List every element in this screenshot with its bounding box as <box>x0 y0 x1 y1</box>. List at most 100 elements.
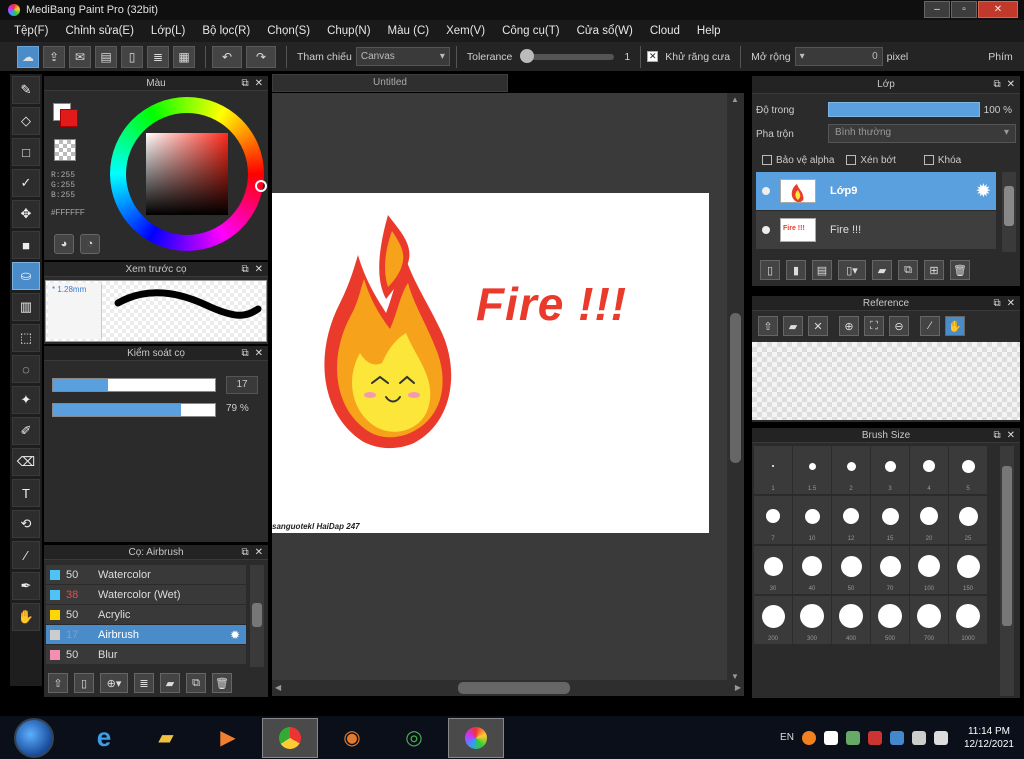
layer-item[interactable]: Fire !!! Fire !!! <box>756 211 996 249</box>
hand-tool-icon[interactable]: ✋ <box>12 603 40 631</box>
brush-size-preset[interactable]: 10 <box>793 496 831 544</box>
undo-icon[interactable]: ↶ <box>212 45 242 68</box>
brush-tool-icon[interactable]: ✎ <box>12 76 40 104</box>
brush-size-slider[interactable] <box>52 378 216 392</box>
scroll-up-icon[interactable]: ▲ <box>731 95 739 104</box>
scroll-thumb[interactable] <box>730 313 741 463</box>
brush-size-preset[interactable]: 70 <box>871 546 909 594</box>
add-brush-icon[interactable]: ⊕▾ <box>100 673 128 693</box>
redo-icon[interactable]: ↷ <box>246 45 276 68</box>
document-tab[interactable]: Untitled <box>272 74 508 92</box>
brush-size-value[interactable]: 17 <box>226 376 258 394</box>
pen-tool-icon[interactable]: ✒ <box>12 572 40 600</box>
brush-size-preset[interactable]: 4 <box>910 446 948 494</box>
merge-layer-icon[interactable]: ⊞ <box>924 260 944 280</box>
brush-item-watercolor[interactable]: 50 Watercolor <box>46 565 246 585</box>
speaker-icon[interactable] <box>933 730 948 745</box>
clipping-checkbox[interactable]: Xén bớt <box>846 155 896 166</box>
gear-icon[interactable]: ✹ <box>977 181 990 201</box>
open-folder-icon[interactable]: ▰ <box>783 316 803 336</box>
text-tool-icon[interactable]: T <box>12 479 40 507</box>
maximize-button[interactable]: ▫ <box>951 1 977 18</box>
brush-size-preset[interactable]: 2 <box>832 446 870 494</box>
marquee-tool-icon[interactable]: ⬚ <box>12 324 40 352</box>
scroll-thumb[interactable] <box>252 603 262 627</box>
menu-edit[interactable]: Chỉnh sửa(E) <box>66 25 134 37</box>
select-check-icon[interactable]: ✓ <box>12 169 40 197</box>
browser-icon[interactable]: ◉ <box>324 718 380 758</box>
export-icon[interactable]: ⇪ <box>43 45 65 68</box>
document-canvas[interactable]: Fire !!! sanguotekl HaiDap 247 <box>272 193 709 533</box>
file-explorer-icon[interactable]: ▰ <box>138 718 194 758</box>
brush-size-preset[interactable]: 40 <box>793 546 831 594</box>
lock-checkbox[interactable]: Khóa <box>923 155 961 166</box>
move-tool-icon[interactable]: ✥ <box>12 200 40 228</box>
brush-size-preset[interactable]: 7 <box>754 496 792 544</box>
eyedropper-tool-icon[interactable]: ⁄ <box>12 541 40 569</box>
scroll-thumb[interactable] <box>458 682 570 694</box>
close-icon[interactable]: ✕ <box>808 316 828 336</box>
menu-color[interactable]: Màu (C) <box>388 25 430 37</box>
eyedrop-icon[interactable]: ◔ <box>80 234 100 254</box>
close-icon[interactable]: ✕ <box>1007 428 1015 443</box>
blend-mode-select[interactable]: Bình thường ▾ <box>828 124 1016 143</box>
fill-rect-tool-icon[interactable]: ■ <box>12 231 40 259</box>
popout-icon[interactable]: ⧉ <box>993 76 1000 94</box>
scroll-left-icon[interactable]: ◀ <box>275 683 281 692</box>
hue-wheel[interactable] <box>110 97 267 251</box>
cloud-icon[interactable]: ☁ <box>17 45 39 68</box>
folder-icon[interactable]: ▰ <box>160 673 180 693</box>
brush-opacity-slider[interactable] <box>52 403 216 417</box>
eyedropper-icon[interactable]: ⁄ <box>920 316 940 336</box>
popout-icon[interactable]: ⧉ <box>241 76 248 91</box>
brush-size-scrollbar[interactable] <box>1000 446 1014 696</box>
scroll-thumb[interactable] <box>1004 186 1014 226</box>
start-button[interactable] <box>14 717 54 758</box>
brush-item-airbrush[interactable]: 17 Airbrush ✹ <box>46 625 246 645</box>
popout-icon[interactable]: ⧉ <box>993 428 1000 443</box>
duplicate-layer-icon[interactable]: ⧉ <box>898 260 918 280</box>
close-button[interactable]: ✕ <box>978 1 1018 18</box>
list-icon[interactable]: ≣ <box>147 45 169 68</box>
menu-filter[interactable]: Bộ lọc(R) <box>202 25 250 37</box>
tray-network-icon[interactable] <box>889 730 904 745</box>
brush-size-preset[interactable]: 15 <box>871 496 909 544</box>
brush-size-preset[interactable]: 50 <box>832 546 870 594</box>
brush-size-preset[interactable]: 200 <box>754 596 792 644</box>
brush-size-preset[interactable]: 25 <box>949 496 987 544</box>
cloud-download-icon[interactable]: ⇧ <box>758 316 778 336</box>
select-eraser-tool-icon[interactable]: ⌫ <box>12 448 40 476</box>
gradient-tool-icon[interactable]: ▥ <box>12 293 40 321</box>
brush-size-preset[interactable]: 3 <box>871 446 909 494</box>
brush-size-preset[interactable]: 5 <box>949 446 987 494</box>
menu-snap[interactable]: Chụp(N) <box>327 25 370 37</box>
brush-item-acrylic[interactable]: 50 Acrylic <box>46 605 246 625</box>
transparent-swatch[interactable] <box>54 139 76 161</box>
app-icon-green[interactable]: ◎ <box>386 718 442 758</box>
select-pen-tool-icon[interactable]: ✐ <box>12 417 40 445</box>
popout-icon[interactable]: ⧉ <box>241 545 248 560</box>
operation-tool-icon[interactable]: ⟲ <box>12 510 40 538</box>
new-brush-icon[interactable]: ▯ <box>74 673 94 693</box>
menu-select[interactable]: Chọn(S) <box>267 25 310 37</box>
hand-icon[interactable]: ✋ <box>945 316 965 336</box>
brush-size-preset[interactable]: 1000 <box>949 596 987 644</box>
brush-size-preset[interactable]: 1.5 <box>793 446 831 494</box>
tray-security-icon[interactable] <box>845 730 860 745</box>
brush-item-blur[interactable]: 50 Blur <box>46 645 246 665</box>
visibility-eye-icon[interactable] <box>762 187 770 195</box>
layer-item[interactable]: Lớp9 ✹ <box>756 172 996 210</box>
bucket-tool-icon[interactable]: ⛀ <box>12 262 40 290</box>
grid-icon[interactable]: ▦ <box>173 45 195 68</box>
brush-settings-icon[interactable]: ≣ <box>134 673 154 693</box>
popout-icon[interactable]: ⧉ <box>993 296 1000 311</box>
new-layer-icon[interactable]: ▯ <box>760 260 780 280</box>
reference-image-area[interactable] <box>752 342 1020 420</box>
tray-app-icon[interactable] <box>801 730 816 745</box>
brush-size-preset[interactable]: 700 <box>910 596 948 644</box>
antialias-checkbox[interactable]: ✕ <box>647 51 659 62</box>
zoom-in-icon[interactable]: ⊕ <box>839 316 859 336</box>
menu-tools[interactable]: Công cụ(T) <box>502 25 560 37</box>
expand-input[interactable]: ▾ 0 <box>794 47 883 66</box>
reference-select[interactable]: Canvas ▾ <box>355 47 450 66</box>
